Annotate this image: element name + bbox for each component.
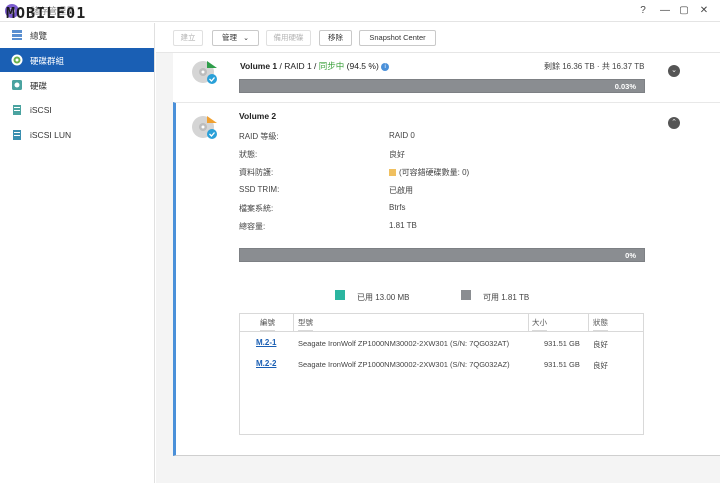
volume-disk-icon [192, 61, 217, 84]
collapse-chevron-icon[interactable]: ⌃ [668, 117, 680, 129]
volume2-title: Volume 2 [239, 111, 276, 121]
legend-free-label: 可用 1.81 TB [483, 293, 530, 302]
legend-free-swatch-icon [461, 290, 471, 300]
volume1-usage-bar: 0.03% [239, 79, 645, 93]
disk-link-m2-2[interactable]: M.2-2 [256, 359, 276, 368]
prop-raid-label: RAID 等級: [239, 132, 279, 141]
sidebar-item-overview[interactable]: 總覽 [0, 23, 154, 47]
snapshot-center-button[interactable]: Snapshot Center [359, 30, 436, 46]
prop-status-value: 良好 [389, 150, 405, 159]
disk-status: 良好 [593, 361, 608, 370]
volume2-panel[interactable]: Volume 2 ⌃ RAID 等級: RAID 0 狀態: 良好 資料防護: … [173, 102, 720, 456]
sidebar-item-disk-group[interactable]: 硬碟群組 [0, 48, 154, 72]
title-bar: ◎ 儲存管理員 MOBILE01 ? — ▢ ✕ [0, 0, 720, 22]
volume1-capacity: 剩餘 16.36 TB · 共 16.37 TB [544, 61, 645, 72]
manage-button-label: 管理 [222, 33, 238, 42]
table-header-size: 大小 [532, 314, 547, 331]
sidebar: 總覽 硬碟群組 硬碟 iSCSI iSCSI LUN [0, 23, 155, 483]
disk-icon [12, 80, 22, 90]
sidebar-item-label: iSCSI [30, 105, 52, 115]
prop-protection-label: 資料防護: [239, 168, 274, 177]
volume1-separator: · [596, 62, 600, 71]
info-icon[interactable]: i [381, 62, 390, 71]
volume1-total: 共 16.37 TB [601, 62, 645, 71]
header-divider [293, 314, 294, 331]
volume1-usage-label: 0.03% [614, 82, 636, 91]
legend-used-swatch-icon [335, 290, 345, 300]
disk-group-icon [11, 54, 23, 66]
header-divider [588, 314, 589, 331]
volume-disk-icon [192, 116, 217, 139]
volume1-status: 同步中 [318, 61, 345, 71]
spare-drive-button[interactable]: 備用硬碟 [266, 30, 311, 46]
protection-swatch-icon [389, 169, 396, 177]
volume2-name: Volume 2 [239, 111, 277, 121]
iscsi-icon [13, 105, 21, 115]
close-icon[interactable]: ✕ [697, 4, 711, 18]
disk-size: 931.51 GB [544, 339, 580, 348]
prop-capacity-label: 總容量: [239, 222, 266, 231]
minimize-icon[interactable]: — [658, 4, 672, 18]
disk-table: 編號 型號 大小 狀態 M.2-1 Seagate IronWolf ZP100… [239, 313, 644, 435]
prop-raid-value: RAID 0 [389, 131, 415, 140]
chevron-down-icon: ⌄ [243, 35, 249, 42]
disk-model: Seagate IronWolf ZP1000NM30002-2XW301 (S… [298, 360, 510, 369]
volume1-raid: / RAID 1 / [279, 61, 317, 71]
volume1-name: Volume 1 [240, 61, 278, 71]
volume1-progress: (94.5 %) [346, 61, 379, 71]
prop-trim-value: 已啟用 [389, 186, 413, 195]
disk-status: 良好 [593, 340, 608, 349]
sidebar-item-label: 硬碟群組 [30, 56, 65, 66]
disk-size: 931.51 GB [544, 360, 580, 369]
remove-button[interactable]: 移除 [319, 30, 352, 46]
volume1-title: Volume 1 / RAID 1 / 同步中 (94.5 %) i [240, 60, 390, 72]
volume1-remaining: 剩餘 16.36 TB [544, 62, 595, 71]
prop-fs-label: 檔案系統: [239, 204, 274, 213]
header-divider [528, 314, 529, 331]
prop-status-label: 狀態: [239, 150, 258, 159]
table-header-model: 型號 [298, 314, 313, 331]
sidebar-item-iscsi-lun[interactable]: iSCSI LUN [0, 123, 154, 147]
iscsi-lun-icon [13, 130, 21, 140]
sidebar-item-disk[interactable]: 硬碟 [0, 73, 154, 97]
create-button[interactable]: 建立 [173, 30, 203, 46]
table-header-id: 編號 [260, 314, 275, 331]
help-icon[interactable]: ? [636, 4, 650, 18]
prop-trim-label: SSD TRIM: [239, 185, 280, 194]
prop-protection-value: (可容錯硬碟數量: 0) [399, 168, 470, 177]
watermark-logo: MOBILE01 [6, 4, 87, 22]
sidebar-item-label: 總覽 [30, 31, 48, 41]
manage-button[interactable]: 管理 ⌄ [212, 30, 259, 46]
maximize-icon[interactable]: ▢ [677, 4, 691, 18]
toolbar: 建立 管理 ⌄ 備用硬碟 移除 Snapshot Center [156, 23, 720, 53]
disk-model: Seagate IronWolf ZP1000NM30002-2XW301 (S… [298, 339, 510, 348]
volume2-usage-bar: 0% [239, 248, 645, 262]
sidebar-item-label: 硬碟 [30, 81, 48, 91]
header-bottom-border [240, 331, 643, 332]
prop-capacity-value: 1.81 TB [389, 221, 417, 230]
disk-link-m2-1[interactable]: M.2-1 [256, 338, 276, 347]
legend-used-label: 已用 13.00 MB [357, 293, 410, 302]
overview-icon [12, 30, 22, 40]
prop-protection-value-wrap: (可容錯硬碟數量: 0) [389, 167, 469, 178]
expand-chevron-icon[interactable]: ⌄ [668, 65, 680, 77]
sidebar-item-label: iSCSI LUN [30, 130, 72, 140]
volume2-usage-label: 0% [625, 251, 636, 260]
prop-fs-value: Btrfs [389, 203, 406, 212]
sidebar-item-iscsi[interactable]: iSCSI [0, 98, 154, 122]
table-header-status: 狀態 [593, 314, 608, 331]
main-content: 建立 管理 ⌄ 備用硬碟 移除 Snapshot Center Volume 1… [156, 23, 720, 483]
